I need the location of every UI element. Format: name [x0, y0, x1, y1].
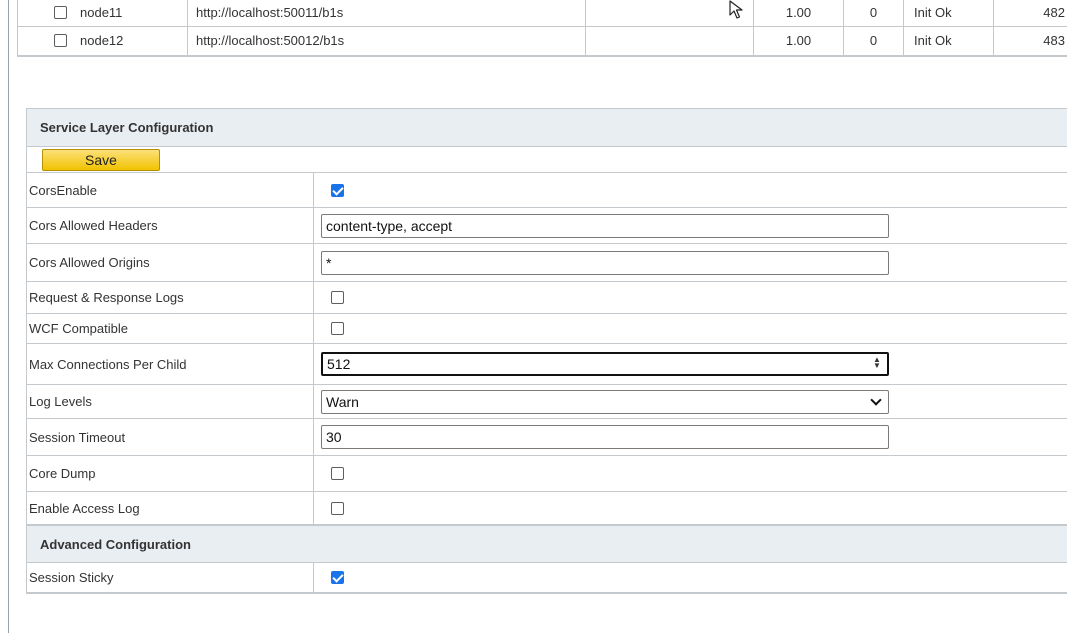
config-row-session-sticky: Session Sticky	[27, 563, 1067, 594]
field-label: Session Sticky	[27, 563, 314, 592]
session-sticky-checkbox[interactable]	[331, 571, 344, 584]
log-levels-selected-value: Warn	[326, 393, 359, 410]
field-label: Max Connections Per Child	[27, 344, 314, 384]
node-count-cell: 0	[843, 25, 904, 57]
config-row-cors-headers: Cors Allowed Headers	[27, 208, 1067, 244]
field-label: WCF Compatible	[27, 314, 314, 343]
node-pid-cell: 483	[993, 25, 1067, 57]
node-status-cell: Init Ok	[903, 0, 994, 27]
section-title-service-layer: Service Layer Configuration	[27, 109, 1067, 147]
session-timeout-input[interactable]	[321, 425, 889, 449]
node-url-cell: http://localhost:50012/b1s	[187, 25, 586, 57]
config-row-cors-enable: CorsEnable	[27, 173, 1067, 208]
config-row-session-timeout: Session Timeout	[27, 419, 1067, 456]
config-row-wcf-compatible: WCF Compatible	[27, 314, 1067, 344]
chevron-down-icon	[870, 393, 882, 406]
field-label: Log Levels	[27, 385, 314, 418]
cors-allowed-origins-input[interactable]	[321, 250, 889, 275]
save-button[interactable]: Save	[42, 149, 160, 171]
config-row-log-levels: Log Levels Warn	[27, 385, 1067, 419]
field-label: Cors Allowed Origins	[27, 244, 314, 281]
nodes-table: node11 http://localhost:50011/b1s 1.00 0…	[17, 0, 1067, 57]
node-select-checkbox[interactable]	[54, 34, 67, 48]
core-dump-checkbox[interactable]	[331, 467, 344, 480]
node-weight-cell: 1.00	[753, 0, 844, 27]
table-row: node12 http://localhost:50012/b1s 1.00 0…	[17, 25, 1067, 57]
node-name-cell: node12	[17, 25, 188, 57]
field-label: Enable Access Log	[27, 492, 314, 524]
wcf-compatible-checkbox[interactable]	[331, 322, 344, 335]
config-row-cors-origins: Cors Allowed Origins	[27, 244, 1067, 282]
save-row: Save	[27, 147, 1067, 173]
config-row-request-response-logs: Request & Response Logs	[27, 282, 1067, 314]
node-status-cell: Init Ok	[903, 25, 994, 57]
node-count-cell: 0	[843, 0, 904, 27]
section-title-advanced: Advanced Configuration	[27, 526, 1067, 563]
service-layer-config-panel: Service Layer Configuration Save CorsEna…	[26, 108, 1067, 594]
field-label: Session Timeout	[27, 419, 314, 455]
field-label: Cors Allowed Headers	[27, 208, 314, 243]
enable-access-log-checkbox[interactable]	[331, 501, 344, 515]
node-pid-cell: 482	[993, 0, 1067, 27]
log-levels-select[interactable]: Warn	[321, 389, 889, 414]
max-connections-stepper[interactable]: ▲▼	[321, 352, 889, 376]
spinner-arrows-icon[interactable]: ▲ ▼	[873, 356, 881, 370]
field-label: Request & Response Logs	[27, 282, 314, 313]
node-select-checkbox[interactable]	[54, 6, 67, 20]
table-row: node11 http://localhost:50011/b1s 1.00 0…	[17, 0, 1067, 27]
config-row-access-log: Enable Access Log	[27, 492, 1067, 526]
config-row-core-dump: Core Dump	[27, 456, 1067, 492]
config-row-max-connections: Max Connections Per Child ▲▼	[27, 344, 1067, 385]
field-label: CorsEnable	[27, 173, 314, 207]
field-label: Core Dump	[27, 456, 314, 491]
cors-enable-checkbox[interactable]	[331, 183, 344, 197]
empty-cell	[585, 25, 754, 57]
max-connections-input[interactable]	[321, 352, 889, 376]
node-weight-cell: 1.00	[753, 25, 844, 57]
mouse-pointer-icon	[729, 0, 743, 19]
request-response-logs-checkbox[interactable]	[331, 291, 344, 304]
node-name-cell: node11	[17, 0, 188, 27]
cors-allowed-headers-input[interactable]	[321, 213, 889, 238]
node-url-cell: http://localhost:50011/b1s	[187, 0, 586, 27]
